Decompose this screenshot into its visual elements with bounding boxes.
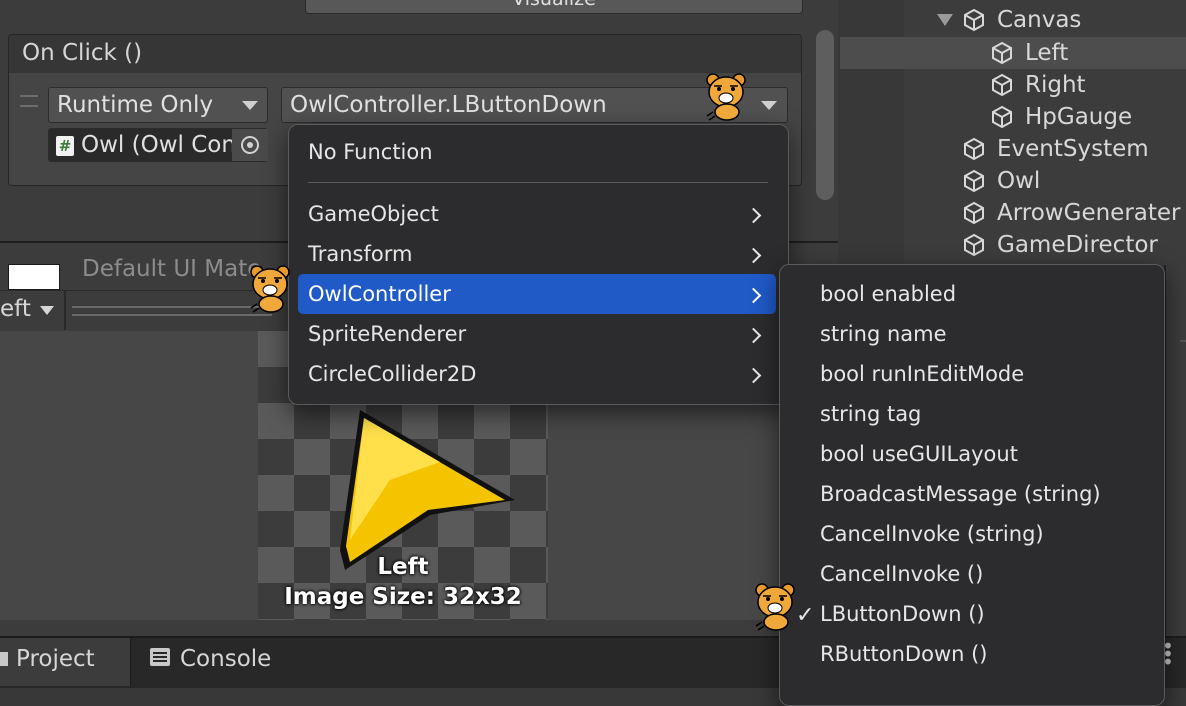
arrow-sprite-image <box>340 410 515 570</box>
menu-item-circlecollider2d[interactable]: CircleCollider2D <box>288 354 778 394</box>
script-icon: # <box>56 136 74 156</box>
hierarchy-item-hpgauge[interactable]: HpGauge <box>840 101 1186 133</box>
hierarchy-item-label: EventSystem <box>997 136 1149 162</box>
hierarchy-item-left[interactable]: Left <box>840 37 1186 69</box>
submenu-item-rbuttondown[interactable]: RButtonDown () <box>820 634 988 674</box>
console-icon <box>150 648 170 666</box>
cube-icon <box>992 73 1012 97</box>
cube-icon <box>964 233 984 257</box>
checkmark-icon: ✓ <box>796 603 815 628</box>
preview-object-dropdown[interactable]: eft <box>0 296 31 322</box>
tab-project-label: Project <box>16 646 95 672</box>
hierarchy-item-owl[interactable]: Owl <box>840 165 1186 197</box>
runtime-mode-dropdown[interactable]: Runtime Only <box>48 87 268 123</box>
visualize-button[interactable]: Visualize <box>305 0 803 14</box>
preview-resize-handle[interactable] <box>72 306 272 316</box>
tab-console-label: Console <box>180 646 272 672</box>
panel-divider <box>1180 340 1186 342</box>
sprite-size-label: Image Size: 32x32 <box>284 584 522 610</box>
menu-item-gameobject[interactable]: GameObject <box>288 194 778 234</box>
kakao-sticker <box>755 583 795 631</box>
hierarchy-item-gamedirector[interactable]: GameDirector <box>840 229 1186 261</box>
dropdown-arrow-icon <box>242 101 258 110</box>
kakao-sticker <box>250 265 290 313</box>
cube-icon <box>964 201 984 225</box>
submenu-item-cancelinvoke[interactable]: CancelInvoke () <box>820 554 983 594</box>
hierarchy-item-eventsystem[interactable]: EventSystem <box>840 133 1186 165</box>
hierarchy-item-label: Canvas <box>997 7 1082 33</box>
menu-separator <box>308 182 768 183</box>
submenu-item-bool-useguilayout[interactable]: bool useGUILayout <box>820 434 1018 474</box>
cube-icon <box>992 41 1012 65</box>
cube-icon <box>992 105 1012 129</box>
inspector-scrollbar[interactable] <box>816 30 834 200</box>
menu-item-owlcontroller[interactable]: OwlController <box>298 274 776 314</box>
dropdown-arrow-icon <box>40 306 54 315</box>
sprite-name-label: Left <box>377 554 429 580</box>
hierarchy-item-canvas[interactable]: Canvas <box>840 4 1186 36</box>
submenu-item-bool-runineditmode[interactable]: bool runInEditMode <box>820 354 1024 394</box>
hierarchy-item-label: GameDirector <box>997 232 1158 258</box>
cube-icon <box>964 137 984 161</box>
hierarchy-item-arrowgenerater[interactable]: ArrowGenerater <box>840 197 1186 229</box>
hierarchy-item-label: HpGauge <box>1025 104 1133 130</box>
onclick-title: On Click () <box>22 40 143 66</box>
hierarchy-item-label: Owl <box>997 168 1041 194</box>
material-label: Default UI Mate <box>82 256 262 282</box>
object-picker-icon <box>241 136 259 154</box>
menu-item-transform[interactable]: Transform <box>288 234 778 274</box>
submenu-item-string-name[interactable]: string name <box>820 314 947 354</box>
submenu-item-lbuttondown[interactable]: LButtonDown () <box>820 594 985 634</box>
menu-item-no-function[interactable]: No Function <box>288 132 787 172</box>
hierarchy-item-label: Left <box>1025 40 1069 66</box>
kakao-sticker <box>706 73 746 121</box>
hierarchy-item-label: Right <box>1025 72 1086 98</box>
folder-icon <box>0 652 8 666</box>
hierarchy-item-label: ArrowGenerater <box>997 200 1181 226</box>
material-color-swatch[interactable] <box>8 264 60 290</box>
dropdown-arrow-icon <box>761 101 777 110</box>
menu-item-spriterenderer[interactable]: SpriteRenderer <box>288 314 778 354</box>
submenu-item-string-tag[interactable]: string tag <box>820 394 921 434</box>
drag-handle-icon[interactable] <box>20 95 38 107</box>
hierarchy-panel-edge <box>1164 265 1186 636</box>
toolbar-divider <box>64 290 66 330</box>
hierarchy-item-right[interactable]: Right <box>840 69 1186 101</box>
cube-icon <box>964 8 984 32</box>
submenu-item-cancelinvoke-string[interactable]: CancelInvoke (string) <box>820 514 1044 554</box>
cube-icon <box>964 169 984 193</box>
submenu-item-broadcastmessage[interactable]: BroadcastMessage (string) <box>820 474 1101 514</box>
submenu-item-bool-enabled[interactable]: bool enabled <box>820 274 956 314</box>
